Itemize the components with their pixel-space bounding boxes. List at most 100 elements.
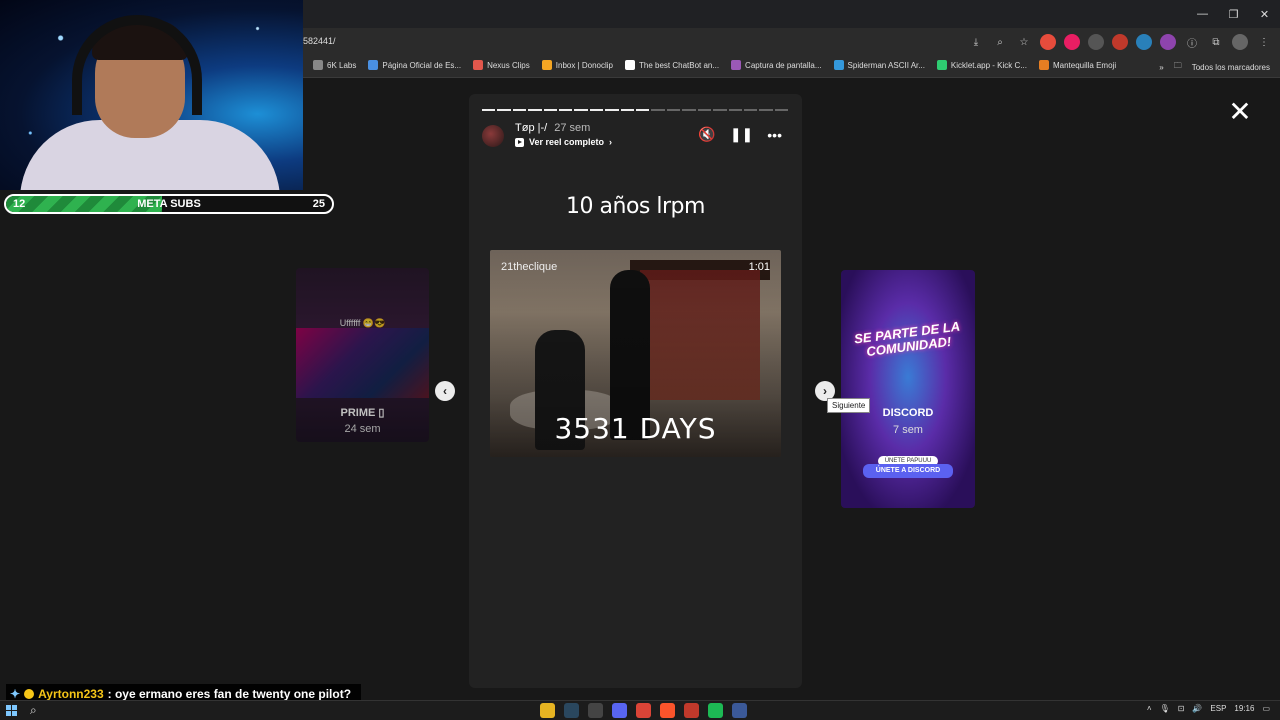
puzzle-icon[interactable]: ⧉ [1208,34,1224,50]
mic-icon[interactable]: 🎙 [1160,704,1170,713]
bookmark-label: Spiderman ASCII Ar... [847,60,925,70]
menu-icon[interactable]: ⋮ [1256,34,1272,50]
brave-app-icon[interactable] [660,703,675,718]
sub-goal-label: META SUBS [137,198,201,210]
more-bookmarks-button[interactable]: » [1159,63,1163,72]
search-icon[interactable]: ⌕ [30,703,37,718]
progress-segment [666,109,681,111]
profile-icon[interactable] [1232,34,1248,50]
bookmark-label: 6K Labs [327,60,357,70]
extension-icon[interactable] [1088,34,1104,50]
extension-icon[interactable] [1160,34,1176,50]
prev-story-card[interactable]: Uffffff 😁😎 PRIME ▯ 24 sem [296,268,429,442]
steam-app-icon[interactable] [564,703,579,718]
bookmark-favicon-icon [1038,60,1049,70]
webcam-overlay [0,0,303,190]
pause-icon[interactable]: ❚❚ [730,126,753,143]
volume-icon[interactable]: 🔊 [1192,704,1202,713]
clock[interactable]: 19:16 [1234,704,1254,713]
video-caption: 3531 DAYS [554,412,717,445]
zoom-icon[interactable]: ⌕ [992,34,1008,50]
bookmark-item[interactable]: Captura de pantalla... [731,60,822,70]
progress-segment [697,109,712,111]
chevron-up-icon[interactable]: ˄ [1147,704,1152,713]
bookmark-item[interactable]: Página Oficial de Es... [368,60,461,70]
install-icon[interactable]: ⤓ [968,34,984,50]
start-icon[interactable] [6,705,17,716]
bookmark-item[interactable]: 6K Labs [313,60,356,70]
bookmark-label: Inbox | Donoclip [555,60,613,70]
bookmark-favicon-icon [473,60,484,70]
extension-icon[interactable] [1064,34,1080,50]
folder-icon: 🗀 [1173,61,1182,70]
bookmark-item[interactable]: Mantequilla Emoji [1038,60,1117,70]
reel-icon [515,137,524,147]
notification-icon[interactable]: ▭ [1262,704,1270,713]
taskbar-apps [540,703,747,718]
language-indicator[interactable]: ESP [1210,704,1226,713]
progress-segment [713,109,727,111]
folder-app-icon[interactable] [540,703,555,718]
more-options-icon[interactable]: ••• [767,127,782,143]
progress-segment [512,109,527,111]
network-icon[interactable]: ⊡ [1178,704,1185,713]
progress-segment [482,109,496,111]
extension-icon[interactable] [1112,34,1128,50]
url-field[interactable]: 582441/ [303,36,336,46]
spotify-app-icon[interactable] [708,703,723,718]
bookmark-favicon-icon [368,60,379,70]
progress-segment [497,109,511,111]
next-story-promo: SE PARTE DE LA COMUNIDAD! [853,318,961,360]
next-story-card[interactable]: SE PARTE DE LA COMUNIDAD! DISCORD 7 sem … [841,270,975,508]
progress-segment [589,109,604,111]
progress-segment [605,109,619,111]
story-age: 27 sem [554,122,591,134]
extension-icon[interactable] [1136,34,1152,50]
toolbar-icons: ⤓ ⌕ ☆ ⓘ ⧉ ⋮ [968,34,1272,50]
bookmark-favicon-icon [833,60,844,70]
minimize-icon[interactable]: — [1187,0,1218,28]
all-bookmarks-link[interactable]: Todos los marcadores [1192,63,1270,72]
bookmark-favicon-icon [936,60,947,70]
bookmark-item[interactable]: Nexus Clips [473,60,530,70]
app-icon[interactable] [588,703,603,718]
story-title: 10 años lrpm [566,194,705,219]
progress-segment [651,109,665,111]
bookmark-item[interactable]: The best ChatBot an... [625,60,719,70]
progress-segment [528,109,542,111]
sub-goal-target: 25 [312,198,325,210]
discord-app-icon[interactable] [612,703,627,718]
story-controls: 🔇 ❚❚ ••• [698,126,782,143]
progress-segment [543,109,558,111]
bookmark-label: Nexus Clips [487,60,530,70]
bookmark-item[interactable]: Inbox | Donoclip [541,60,613,70]
chevron-right-icon: › [609,137,613,147]
app-icon[interactable] [732,703,747,718]
bookmark-label: Mantequilla Emoji [1052,60,1117,70]
mute-icon[interactable]: 🔇 [698,126,715,143]
star-icon[interactable]: ☆ [1016,34,1032,50]
shared-reel-video[interactable]: 21theclique 1:01 3531 DAYS [490,250,781,457]
bookmark-item[interactable]: Kicklet.app - Kick C... [936,60,1027,70]
info-icon[interactable]: ⓘ [1184,34,1200,50]
prev-story-button[interactable]: ‹ [435,381,455,401]
progress-segment [620,109,635,111]
bookmark-item[interactable]: Spiderman ASCII Ar... [833,60,925,70]
chrome-app-icon[interactable] [636,703,651,718]
avatar[interactable] [482,125,504,147]
bookmark-label: Kicklet.app - Kick C... [950,60,1027,70]
progress-segment [774,109,789,111]
bookmark-label: Página Oficial de Es... [382,60,462,70]
record-app-icon[interactable] [684,703,699,718]
story-viewer: Tøp |-/ 27 sem Ver reel completo › 🔇 ❚❚ … [469,94,802,688]
next-story-age: 7 sem [893,424,923,436]
close-stories-button[interactable]: ✕ [1226,98,1254,126]
bookmark-favicon-icon [731,60,742,70]
progress-segment [636,109,650,111]
restore-icon[interactable]: ❐ [1218,0,1249,28]
extension-icon[interactable] [1040,34,1056,50]
close-window-icon[interactable]: ✕ [1249,0,1280,28]
join-discord-badge: ÚNETE A DISCORD [863,464,953,478]
view-full-reel-link[interactable]: Ver reel completo › [515,137,612,147]
story-username[interactable]: Tøp |-/ [515,122,547,134]
